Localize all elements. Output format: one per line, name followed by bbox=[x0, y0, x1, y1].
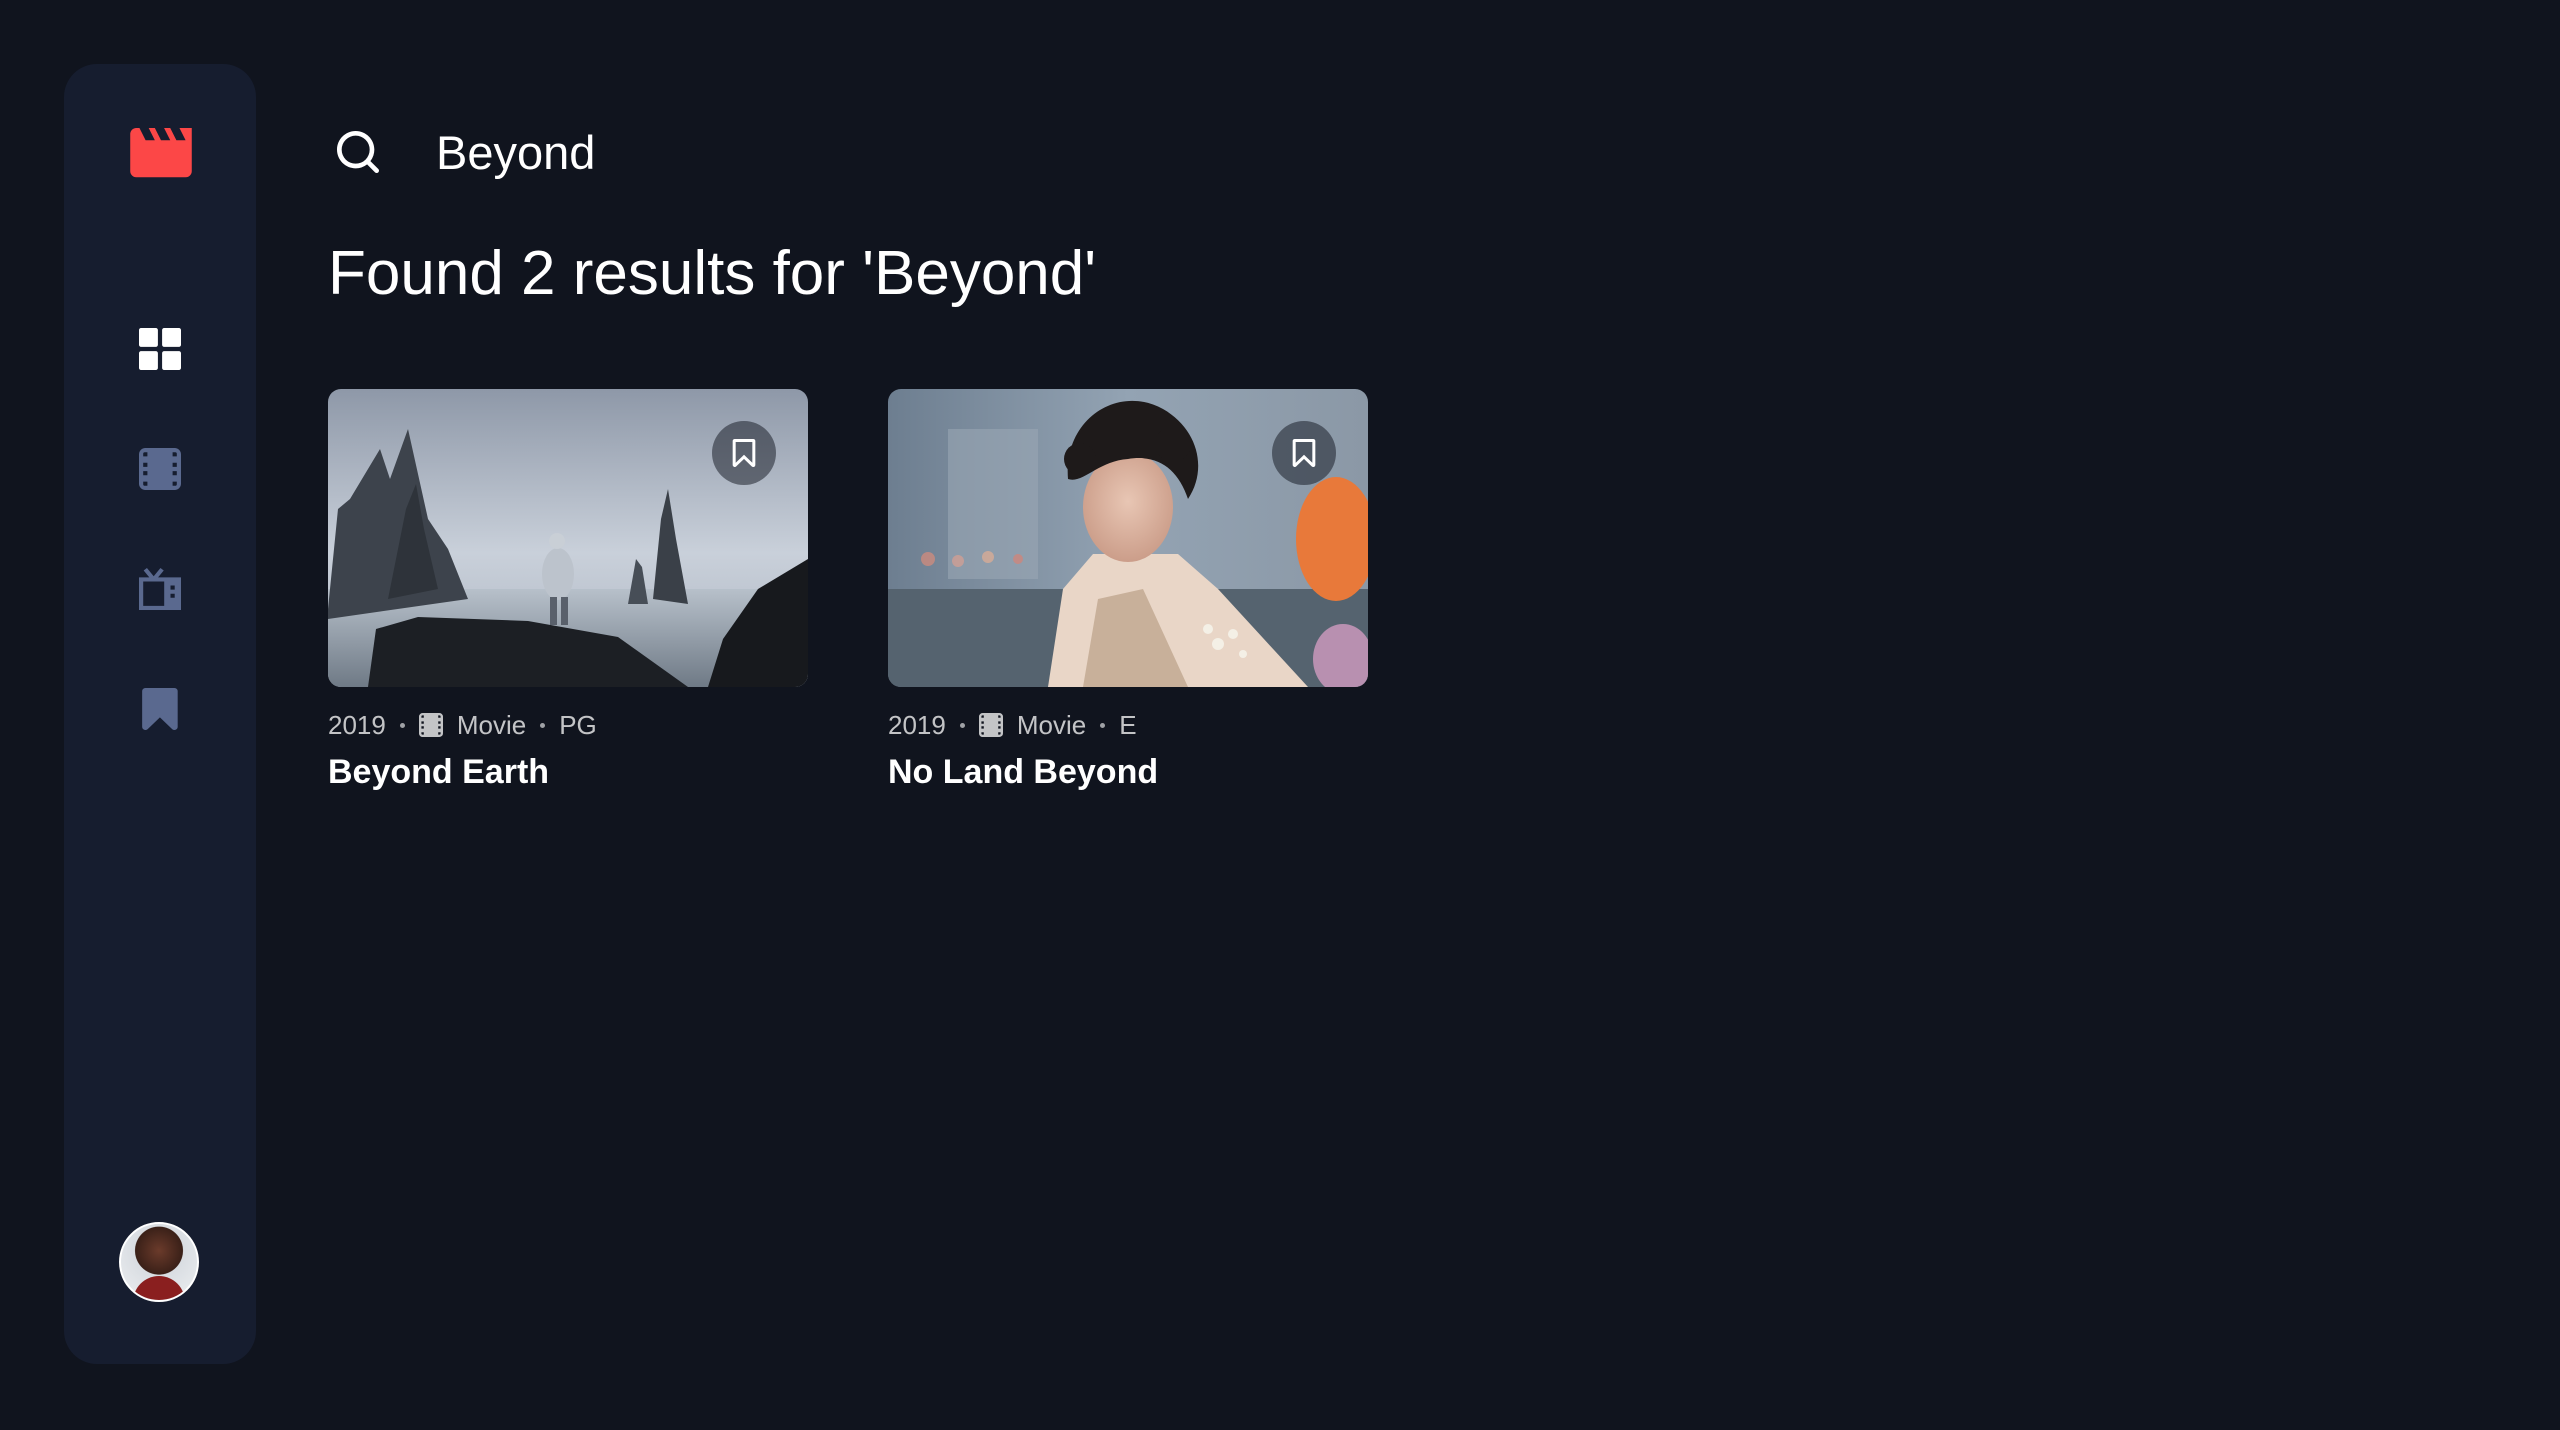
film-icon bbox=[418, 713, 443, 737]
bookmark-empty-icon bbox=[732, 439, 756, 467]
nav-bookmark-icon[interactable] bbox=[139, 688, 181, 730]
result-year: 2019 bbox=[888, 709, 946, 740]
results-heading: Found 2 results for 'Beyond' bbox=[328, 239, 1097, 308]
result-card: 2019 Movie E No Land Beyond bbox=[888, 389, 1368, 792]
result-title[interactable]: No Land Beyond bbox=[888, 753, 1368, 792]
bookmark-button[interactable] bbox=[712, 421, 776, 485]
avatar-portrait bbox=[133, 1276, 185, 1300]
result-rating: PG bbox=[559, 709, 597, 740]
result-thumbnail[interactable] bbox=[888, 389, 1368, 687]
clapperboard-icon[interactable] bbox=[130, 128, 192, 178]
bookmark-empty-icon bbox=[1292, 439, 1316, 467]
result-thumbnail[interactable] bbox=[328, 389, 808, 687]
avatar[interactable] bbox=[119, 1222, 199, 1302]
search-icon bbox=[337, 131, 380, 174]
separator-dot bbox=[540, 722, 546, 728]
nav-home-grid-icon[interactable] bbox=[139, 328, 181, 370]
result-year: 2019 bbox=[328, 709, 386, 740]
result-rating: E bbox=[1119, 709, 1137, 740]
separator-dot bbox=[959, 722, 965, 728]
result-title[interactable]: Beyond Earth bbox=[328, 753, 808, 792]
bookmark-button[interactable] bbox=[1272, 421, 1336, 485]
result-meta: 2019 Movie PG bbox=[328, 707, 808, 743]
search-input[interactable] bbox=[436, 118, 2136, 186]
separator-dot bbox=[1100, 722, 1106, 728]
result-category: Movie bbox=[456, 709, 527, 740]
result-category: Movie bbox=[1016, 709, 1087, 740]
separator-dot bbox=[399, 722, 405, 728]
nav-movies-film-icon[interactable] bbox=[139, 448, 181, 490]
film-icon bbox=[978, 713, 1003, 737]
nav-tv-series-icon[interactable] bbox=[139, 568, 181, 610]
result-meta: 2019 Movie E bbox=[888, 707, 1368, 743]
result-card: 2019 Movie PG Beyond Earth bbox=[328, 389, 808, 792]
